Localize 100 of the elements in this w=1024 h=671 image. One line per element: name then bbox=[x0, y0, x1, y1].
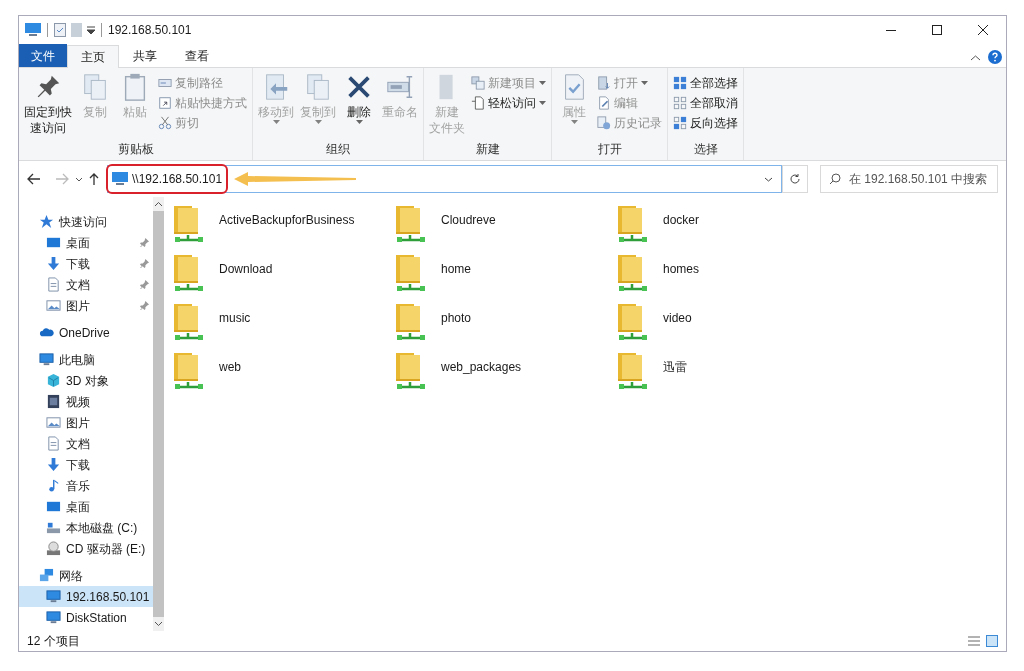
folder-item[interactable]: music bbox=[171, 299, 393, 348]
shared-folder-icon bbox=[393, 253, 427, 293]
folder-item[interactable]: homes bbox=[615, 250, 837, 299]
nav-item[interactable]: 快速访问 bbox=[19, 211, 154, 232]
folder-name: music bbox=[219, 310, 251, 327]
ribbon-button[interactable]: 全部取消 bbox=[671, 94, 740, 112]
group-label: 选择 bbox=[692, 141, 719, 158]
folder-item[interactable]: Cloudreve bbox=[393, 201, 615, 250]
folder-item[interactable]: video bbox=[615, 299, 837, 348]
folder-name: web bbox=[219, 359, 241, 376]
document-icon bbox=[46, 436, 61, 451]
path-icon bbox=[158, 76, 172, 90]
ribbon-tab[interactable]: 文件 bbox=[19, 44, 67, 67]
scroll-up-icon[interactable] bbox=[155, 202, 163, 206]
folder-item[interactable]: Download bbox=[171, 250, 393, 299]
folder-item[interactable]: photo bbox=[393, 299, 615, 348]
caret-icon[interactable] bbox=[87, 26, 95, 34]
folder-item[interactable]: ActiveBackupforBusiness bbox=[171, 201, 393, 250]
nav-item[interactable]: 下载 bbox=[19, 253, 154, 274]
cube-icon bbox=[46, 373, 61, 388]
properties-icon[interactable] bbox=[54, 23, 66, 37]
nav-label: OneDrive bbox=[59, 324, 111, 342]
folder-name: video bbox=[663, 310, 692, 327]
new-item-icon bbox=[471, 76, 485, 90]
ribbon-tab[interactable]: 查看 bbox=[171, 44, 223, 67]
nav-item[interactable]: DiskStation bbox=[19, 607, 154, 628]
select-all-icon bbox=[673, 76, 687, 90]
ribbon-button[interactable]: 固定到快 速访问 bbox=[22, 72, 74, 140]
folder-item[interactable]: docker bbox=[615, 201, 837, 250]
nav-item[interactable]: 桌面 bbox=[19, 232, 154, 253]
search-input[interactable]: 在 192.168.50.101 中搜索 bbox=[849, 170, 989, 188]
nav-label: 视频 bbox=[66, 393, 91, 411]
minimize-icon bbox=[886, 29, 896, 31]
folder-item[interactable]: web bbox=[171, 348, 393, 397]
item-count: 12 个项目 bbox=[27, 633, 80, 650]
nav-item[interactable]: 桌面 bbox=[19, 496, 154, 517]
up-arrow-icon[interactable] bbox=[89, 173, 99, 185]
nav-label: 图片 bbox=[66, 414, 91, 432]
computer-icon bbox=[39, 352, 54, 367]
maximize-icon bbox=[932, 25, 942, 35]
address-field[interactable]: \\192.168.50.101 bbox=[107, 165, 782, 193]
nav-label: 桌面 bbox=[66, 498, 91, 516]
download-icon bbox=[46, 457, 61, 472]
download-icon bbox=[46, 256, 61, 271]
nav-item[interactable]: 此电脑 bbox=[19, 349, 154, 370]
nav-label: 文档 bbox=[66, 276, 91, 294]
nav-item[interactable]: 本地磁盘 (C:) bbox=[19, 517, 154, 538]
shortcut-icon bbox=[158, 96, 172, 110]
nav-item[interactable]: 图片 bbox=[19, 295, 154, 316]
nav-item[interactable]: 网络 bbox=[19, 565, 154, 586]
ribbon-tab[interactable]: 主页 bbox=[67, 45, 119, 68]
folder-item[interactable]: web_packages bbox=[393, 348, 615, 397]
refresh-button[interactable] bbox=[782, 165, 808, 193]
ribbon-button[interactable]: 反向选择 bbox=[671, 114, 740, 132]
collapse-ribbon-icon[interactable] bbox=[971, 55, 980, 61]
nav-item[interactable]: OneDrive bbox=[19, 322, 154, 343]
nav-item[interactable]: 3D 对象 bbox=[19, 370, 154, 391]
nav-item[interactable]: 文档 bbox=[19, 433, 154, 454]
nav-item[interactable]: 192.168.50.101 bbox=[19, 586, 154, 607]
nav-item[interactable]: 音乐 bbox=[19, 475, 154, 496]
nav-item[interactable]: 视频 bbox=[19, 391, 154, 412]
nav-item[interactable]: 图片 bbox=[19, 412, 154, 433]
desktop-icon bbox=[46, 499, 61, 514]
shared-folder-icon bbox=[615, 302, 649, 342]
folder-name: ActiveBackupforBusiness bbox=[219, 212, 355, 229]
shared-folder-icon bbox=[615, 204, 649, 244]
nav-label: 网络 bbox=[59, 567, 84, 585]
nav-item[interactable]: 文档 bbox=[19, 274, 154, 295]
folder-name: home bbox=[441, 261, 472, 278]
search-field[interactable]: 在 192.168.50.101 中搜索 bbox=[820, 165, 998, 193]
nav-label: 下载 bbox=[66, 456, 91, 474]
ribbon-tab[interactable]: 共享 bbox=[119, 44, 171, 67]
shared-folder-icon bbox=[393, 351, 427, 391]
refresh-icon bbox=[789, 173, 801, 185]
folder-item[interactable]: home bbox=[393, 250, 615, 299]
search-icon bbox=[829, 173, 841, 185]
ribbon-button[interactable]: 轻松访问 bbox=[469, 94, 548, 112]
large-icons-view-icon[interactable] bbox=[986, 635, 998, 647]
picture-icon bbox=[46, 415, 61, 430]
nav-label: 下载 bbox=[66, 255, 91, 273]
folder-item[interactable]: 迅雷 bbox=[615, 348, 837, 397]
group-label: 剪贴板 bbox=[116, 141, 155, 158]
back-arrow-icon[interactable] bbox=[27, 173, 41, 185]
nav-item[interactable]: CD 驱动器 (E:) bbox=[19, 538, 154, 559]
ribbon-button[interactable]: 删除 bbox=[340, 72, 378, 140]
chevron-down-icon[interactable] bbox=[764, 176, 773, 182]
invert-selection-icon bbox=[673, 116, 687, 130]
computer-icon bbox=[46, 589, 61, 604]
folder-name: web_packages bbox=[441, 359, 522, 376]
nav-item[interactable]: 下载 bbox=[19, 454, 154, 475]
help-icon[interactable] bbox=[988, 50, 1002, 64]
folder-name: 迅雷 bbox=[663, 359, 687, 376]
scroll-down-icon[interactable] bbox=[155, 622, 163, 626]
document-icon bbox=[46, 277, 61, 292]
drive-icon bbox=[46, 520, 61, 535]
chevron-down-icon[interactable] bbox=[75, 176, 83, 182]
shared-folder-icon bbox=[393, 204, 427, 244]
network-icon bbox=[39, 568, 54, 583]
ribbon-button[interactable]: 全部选择 bbox=[671, 74, 740, 92]
folder-name: Cloudreve bbox=[441, 212, 496, 229]
